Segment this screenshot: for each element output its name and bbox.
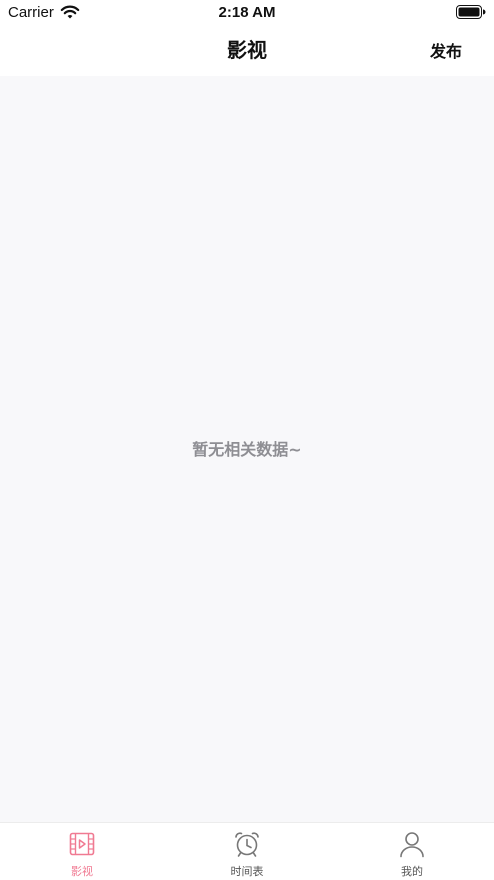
tab-profile[interactable]: 我的 — [330, 823, 494, 880]
content-area[interactable]: 暂无相关数据~ — [0, 76, 494, 822]
publish-button[interactable]: 发布 — [430, 40, 462, 64]
page-title: 影视 — [227, 38, 267, 62]
empty-state-message: 暂无相关数据~ — [192, 440, 302, 459]
tab-movies[interactable]: 影视 — [0, 823, 164, 880]
app-screen: Carrier 2:18 AM 影视 发布 暂无相关数据~ 影视 时间表 我的 — [0, 0, 494, 880]
tab-schedule[interactable]: 时间表 — [165, 823, 329, 880]
navigation-bar: 影视 发布 — [0, 28, 494, 76]
person-icon — [400, 832, 424, 858]
tab-schedule-label: 时间表 — [230, 865, 264, 878]
battery-icon — [456, 5, 486, 19]
status-bar: Carrier 2:18 AM — [0, 0, 494, 28]
tab-profile-label: 我的 — [401, 865, 423, 878]
film-icon — [69, 832, 95, 856]
tab-bar: 影视 时间表 我的 — [0, 822, 494, 880]
alarm-clock-icon — [235, 832, 259, 857]
tab-movies-label: 影视 — [71, 865, 93, 878]
status-time: 2:18 AM — [218, 4, 276, 21]
